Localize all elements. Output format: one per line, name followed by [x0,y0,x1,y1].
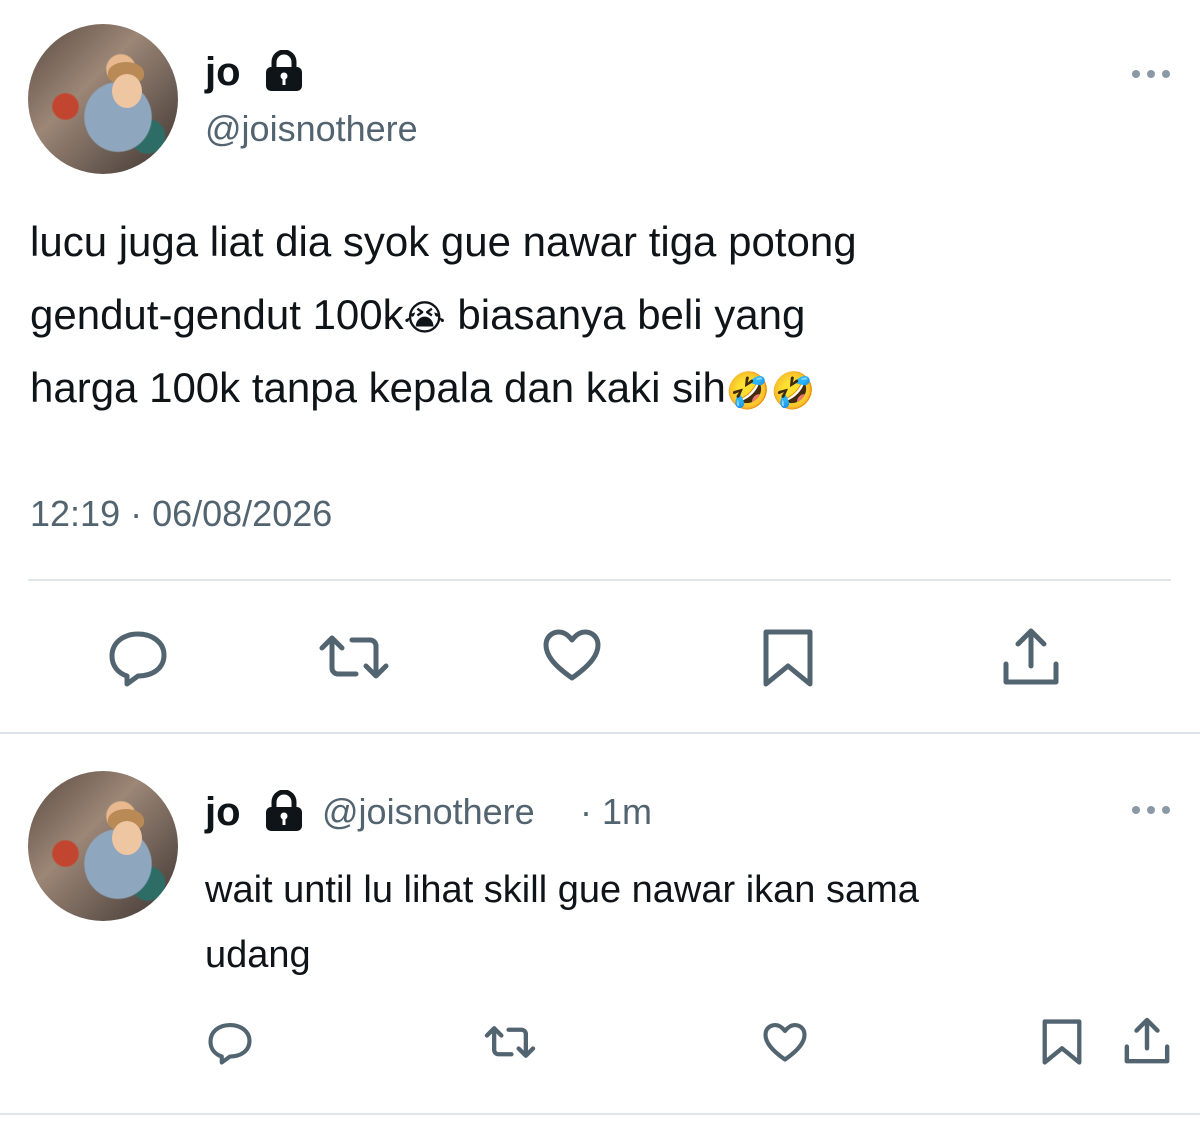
bookmark-icon[interactable] [1040,1018,1084,1066]
avatar[interactable] [28,24,178,174]
lock-icon [266,50,302,91]
author-name[interactable]: jo [205,790,241,835]
tweet-text-line-1: lucu juga liat dia syok gue nawar tiga p… [30,218,857,265]
reply-icon[interactable] [206,1020,254,1066]
bookmark-icon[interactable] [760,628,816,688]
tweet-text-line-3: harga 100k tanpa kepala dan kaki sih🤣🤣 [30,351,816,424]
share-icon[interactable] [1122,1016,1172,1066]
author-handle[interactable]: @joisnothere [322,791,535,833]
crying-face-emoji: 😭 [403,296,446,338]
timestamp[interactable]: 12:19 · 06/08/2026 [30,493,332,535]
reply-text-line-2: udang [205,934,311,976]
tweet-text-segment: harga 100k tanpa kepala dan kaki sih [30,364,726,411]
tweet-text-line-2: gendut-gendut 100k😭 biasanya beli yang [30,278,805,351]
bottom-divider [0,1113,1200,1115]
thread-divider [0,732,1200,734]
more-options-icon[interactable] [1128,800,1174,820]
reply-icon[interactable] [106,628,170,688]
like-icon[interactable] [542,628,602,684]
author-handle[interactable]: @joisnothere [205,108,418,150]
tweet-text-segment: gendut-gendut 100k [30,291,404,338]
retweet-icon[interactable] [484,1024,536,1060]
share-icon[interactable] [1000,626,1062,688]
divider [28,579,1171,581]
reply-text-line-1: wait until lu lihat skill gue nawar ikan… [205,869,919,911]
time-ago[interactable]: · 1m [580,791,652,833]
avatar[interactable] [28,771,178,921]
tweet-text-segment: biasanya beli yang [445,291,806,338]
like-icon[interactable] [762,1022,808,1064]
author-name[interactable]: jo [205,50,241,95]
retweet-icon[interactable] [318,632,390,682]
rofl-emoji: 🤣🤣 [725,369,816,411]
lock-icon [266,790,302,831]
more-options-icon[interactable] [1128,64,1174,84]
